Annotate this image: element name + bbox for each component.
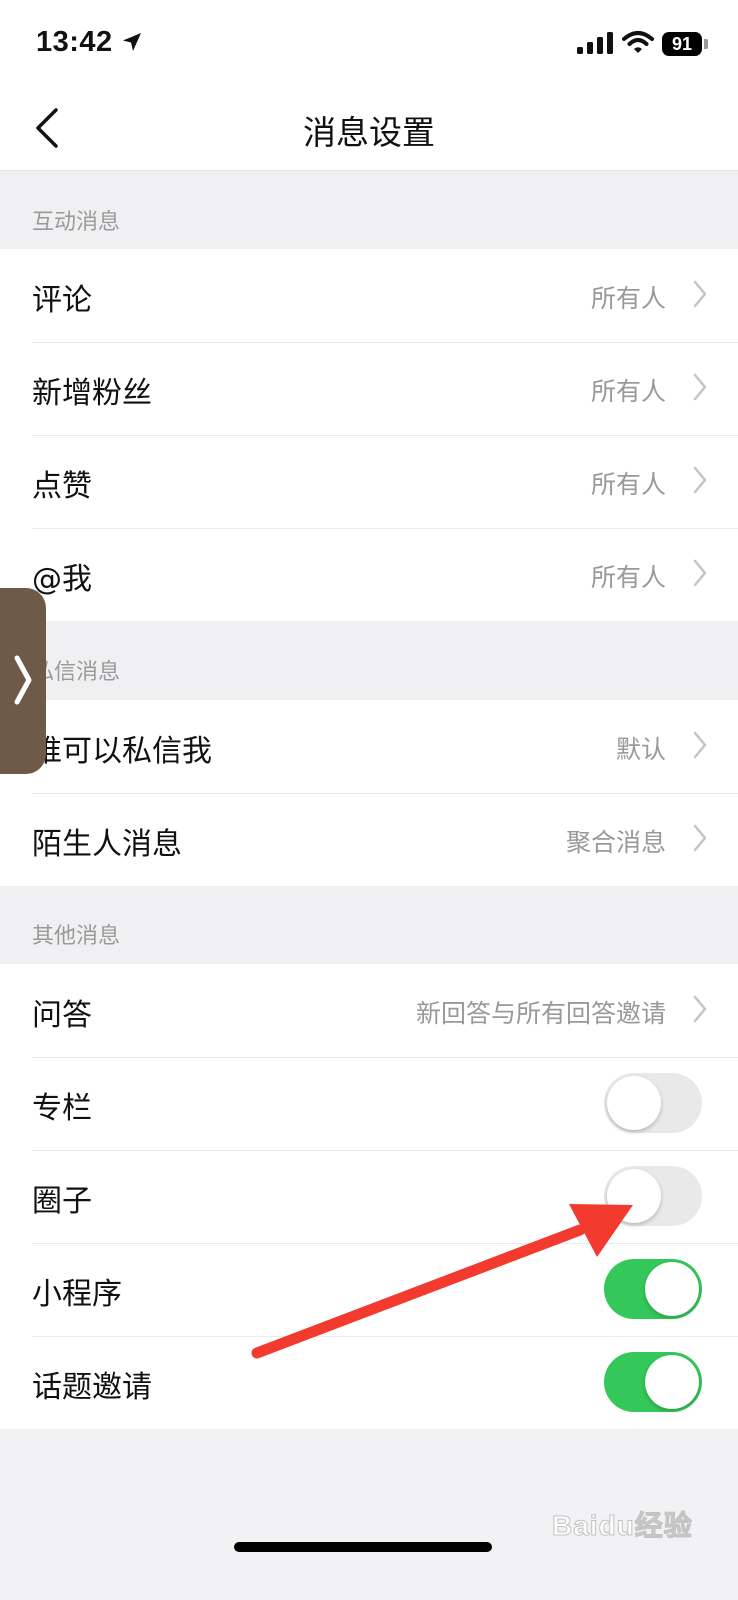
row-label: 评论 — [32, 283, 92, 318]
location-arrow-icon — [123, 33, 141, 51]
settings-row-mentions[interactable]: @我 所有人 — [0, 528, 738, 621]
settings-row-comments[interactable]: 评论 所有人 — [0, 249, 738, 342]
row-label: 圈子 — [32, 1184, 92, 1219]
settings-row-who-can-message[interactable]: 谁可以私信我 默认 — [0, 700, 738, 793]
wifi-icon — [622, 31, 654, 53]
row-value: 所有人 — [590, 470, 666, 499]
row-value: 聚合消息 — [565, 828, 666, 857]
row-value: 所有人 — [590, 377, 666, 406]
row-label: 陌生人消息 — [32, 827, 182, 862]
chevron-right-icon — [693, 466, 707, 494]
section-header-interaction: 互动消息 — [0, 171, 738, 249]
page-title: 消息设置 — [303, 113, 435, 152]
toggle-knob — [607, 1076, 661, 1130]
chevron-right-icon — [693, 824, 707, 852]
topic-invites-toggle[interactable] — [604, 1352, 702, 1412]
side-drawer-handle[interactable] — [0, 588, 46, 774]
status-bar: 13:42 91 — [0, 0, 738, 84]
column-toggle[interactable] — [604, 1073, 702, 1133]
home-indicator[interactable] — [234, 1542, 492, 1552]
row-label: 点赞 — [32, 469, 92, 504]
row-value: 默认 — [615, 735, 666, 764]
baidu-watermark: Baidu经验 — [552, 1500, 722, 1550]
settings-row-topic-invites: 话题邀请 — [0, 1336, 738, 1429]
settings-group-other-messages: 问答 新回答与所有回答邀请 专栏 圈子 小程序 话题邀请 — [0, 964, 738, 1429]
settings-group-private-messages: 谁可以私信我 默认 陌生人消息 聚合消息 — [0, 700, 738, 886]
settings-group-interaction: 评论 所有人 新增粉丝 所有人 点赞 所有人 @我 所有人 — [0, 249, 738, 621]
chevron-right-icon — [693, 373, 707, 401]
row-label: 专栏 — [32, 1091, 92, 1126]
toggle-knob — [645, 1262, 699, 1316]
status-time: 13:42 — [36, 26, 113, 58]
row-label: 问答 — [32, 998, 92, 1033]
chevron-right-icon — [693, 995, 707, 1023]
toggle-knob — [607, 1169, 661, 1223]
row-label: 谁可以私信我 — [32, 734, 212, 769]
section-header-other-messages: 其他消息 — [0, 886, 738, 964]
cellular-signal-icon — [577, 32, 613, 54]
settings-row-column: 专栏 — [0, 1057, 738, 1150]
chevron-right-icon — [693, 559, 707, 587]
battery-indicator: 91 — [662, 32, 702, 56]
nav-bar: 消息设置 — [0, 84, 738, 171]
settings-row-circle: 圈子 — [0, 1150, 738, 1243]
chevron-right-icon — [693, 731, 707, 759]
settings-row-likes[interactable]: 点赞 所有人 — [0, 435, 738, 528]
row-value: 新回答与所有回答邀请 — [415, 999, 666, 1028]
row-label: @我 — [32, 562, 92, 597]
battery-nub — [704, 39, 708, 49]
row-value: 所有人 — [590, 563, 666, 592]
mini-program-toggle[interactable] — [604, 1259, 702, 1319]
row-value: 所有人 — [590, 284, 666, 313]
settings-row-mini-program: 小程序 — [0, 1243, 738, 1336]
settings-row-qa[interactable]: 问答 新回答与所有回答邀请 — [0, 964, 738, 1057]
section-header-private-messages: 私信消息 — [0, 621, 738, 700]
chevron-right-icon — [14, 655, 32, 705]
settings-row-stranger-messages[interactable]: 陌生人消息 聚合消息 — [0, 793, 738, 886]
row-label: 话题邀请 — [32, 1370, 152, 1405]
circle-toggle[interactable] — [604, 1166, 702, 1226]
toggle-knob — [645, 1355, 699, 1409]
watermark-text: Baidu经验 — [552, 1510, 693, 1542]
row-label: 新增粉丝 — [32, 376, 152, 411]
settings-row-new-followers[interactable]: 新增粉丝 所有人 — [0, 342, 738, 435]
section-label: 其他消息 — [32, 924, 121, 949]
chevron-right-icon — [693, 280, 707, 308]
row-label: 小程序 — [32, 1277, 122, 1312]
section-label: 互动消息 — [32, 210, 121, 235]
